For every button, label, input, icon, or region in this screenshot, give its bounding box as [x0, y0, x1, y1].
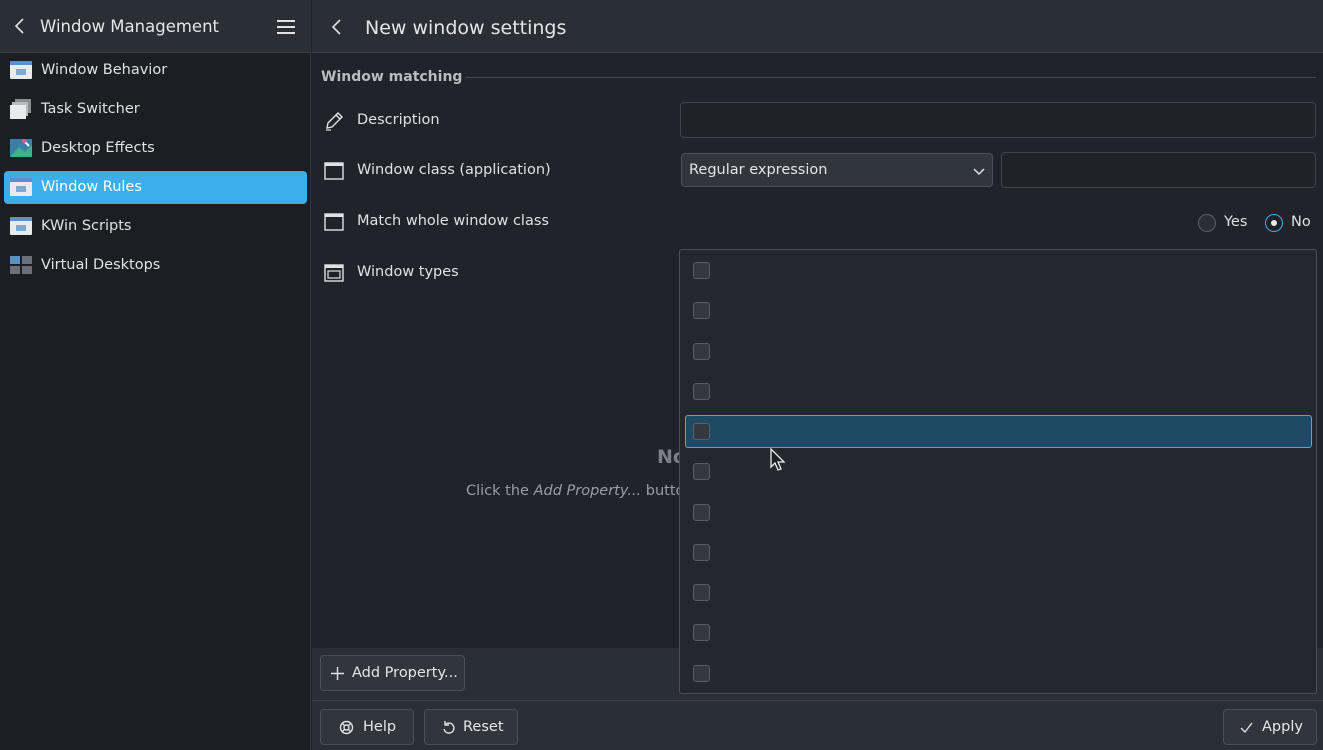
checkbox[interactable] [693, 665, 710, 682]
description-label: Description [357, 112, 440, 128]
list-item[interactable] [685, 657, 1312, 690]
description-input[interactable] [680, 102, 1316, 138]
sidebar-item-virtual-desktops[interactable]: Virtual Desktops [4, 249, 307, 282]
no-radio[interactable] [1265, 214, 1283, 232]
yes-label: Yes [1224, 214, 1248, 230]
list-item[interactable] [685, 616, 1312, 649]
window-rules-icon [10, 178, 32, 196]
sidebar-item-label: KWin Scripts [41, 218, 132, 234]
sidebar-item-label: Window Behavior [41, 62, 168, 78]
match-mode-value: Regular expression [689, 162, 828, 178]
window-icon [324, 213, 344, 231]
match-mode-dropdown[interactable]: Regular expression [681, 153, 993, 187]
sidebar: Window Management Window Behavior Task S… [0, 0, 311, 750]
list-item[interactable] [685, 254, 1312, 287]
section-title: Window matching [321, 69, 463, 85]
list-item[interactable] [685, 294, 1312, 327]
sidebar-title: Window Management [40, 17, 219, 36]
footer: Help Reset Apply [312, 700, 1323, 750]
help-lifebuoy-icon [339, 720, 354, 735]
help-button[interactable]: Help [320, 709, 414, 745]
list-item-highlighted[interactable] [685, 415, 1312, 448]
empty-text-prefix: Click the [466, 483, 534, 499]
checkbox[interactable] [693, 343, 710, 360]
sidebar-item-window-rules[interactable]: Window Rules [4, 171, 307, 204]
pencil-icon [326, 112, 343, 131]
add-property-button[interactable]: Add Property... [320, 655, 465, 691]
window-types-icon [324, 264, 344, 282]
list-item[interactable] [685, 335, 1312, 368]
reset-undo-icon [443, 721, 455, 734]
page-title: New window settings [365, 17, 567, 39]
sidebar-item-desktop-effects[interactable]: Desktop Effects [4, 132, 307, 165]
yes-radio[interactable] [1198, 214, 1216, 232]
sidebar-item-label: Window Rules [41, 179, 142, 195]
back-arrow-icon[interactable] [328, 17, 346, 37]
sidebar-item-label: Desktop Effects [41, 140, 155, 156]
sidebar-nav: Window Behavior Task Switcher Desktop Ef… [4, 54, 307, 288]
apply-button[interactable]: Apply [1223, 709, 1317, 745]
sidebar-item-label: Virtual Desktops [41, 257, 161, 273]
window-icon [324, 162, 344, 180]
virtual-desktops-icon [10, 256, 32, 274]
mouse-cursor-icon [770, 448, 786, 471]
list-item[interactable] [685, 496, 1312, 529]
sidebar-item-window-behavior[interactable]: Window Behavior [4, 54, 307, 87]
window-behavior-icon [10, 61, 32, 79]
task-switcher-icon [10, 99, 31, 119]
chevron-down-icon [973, 168, 985, 176]
sidebar-item-kwin-scripts[interactable]: KWin Scripts [4, 210, 307, 243]
checkmark-icon [1240, 722, 1253, 734]
match-whole-label: Match whole window class [357, 213, 549, 229]
checkbox[interactable] [693, 262, 710, 279]
plus-icon [331, 667, 344, 680]
add-property-label: Add Property... [352, 665, 458, 681]
list-item[interactable] [685, 576, 1312, 609]
checkbox[interactable] [693, 463, 710, 480]
checkbox[interactable] [693, 302, 710, 319]
checkbox[interactable] [693, 423, 710, 440]
empty-text-emphasis: Add Property... [533, 483, 642, 499]
main-header: New window settings [312, 0, 1323, 53]
checkbox[interactable] [693, 544, 710, 561]
sidebar-item-label: Task Switcher [41, 101, 140, 117]
checkbox[interactable] [693, 624, 710, 641]
checkbox[interactable] [693, 504, 710, 521]
empty-state-text: Click the Add Property... button [466, 483, 694, 499]
window-class-label: Window class (application) [357, 162, 551, 178]
checkbox[interactable] [693, 383, 710, 400]
reset-label: Reset [463, 719, 504, 735]
sidebar-item-task-switcher[interactable]: Task Switcher [4, 93, 307, 126]
window-types-label: Window types [357, 264, 459, 280]
list-item[interactable] [685, 375, 1312, 408]
sidebar-header: Window Management [0, 0, 311, 53]
checkbox[interactable] [693, 584, 710, 601]
back-arrow-icon[interactable] [10, 16, 30, 36]
window-class-input[interactable] [1001, 152, 1316, 188]
hamburger-menu-icon[interactable] [276, 19, 296, 35]
section-divider [466, 77, 1316, 78]
no-label: No [1291, 214, 1311, 230]
apply-label: Apply [1262, 719, 1303, 735]
desktop-effects-icon [10, 139, 32, 157]
reset-button[interactable]: Reset [424, 709, 518, 745]
list-item[interactable] [685, 536, 1312, 569]
kwin-scripts-icon [10, 217, 32, 235]
help-label: Help [363, 719, 397, 735]
